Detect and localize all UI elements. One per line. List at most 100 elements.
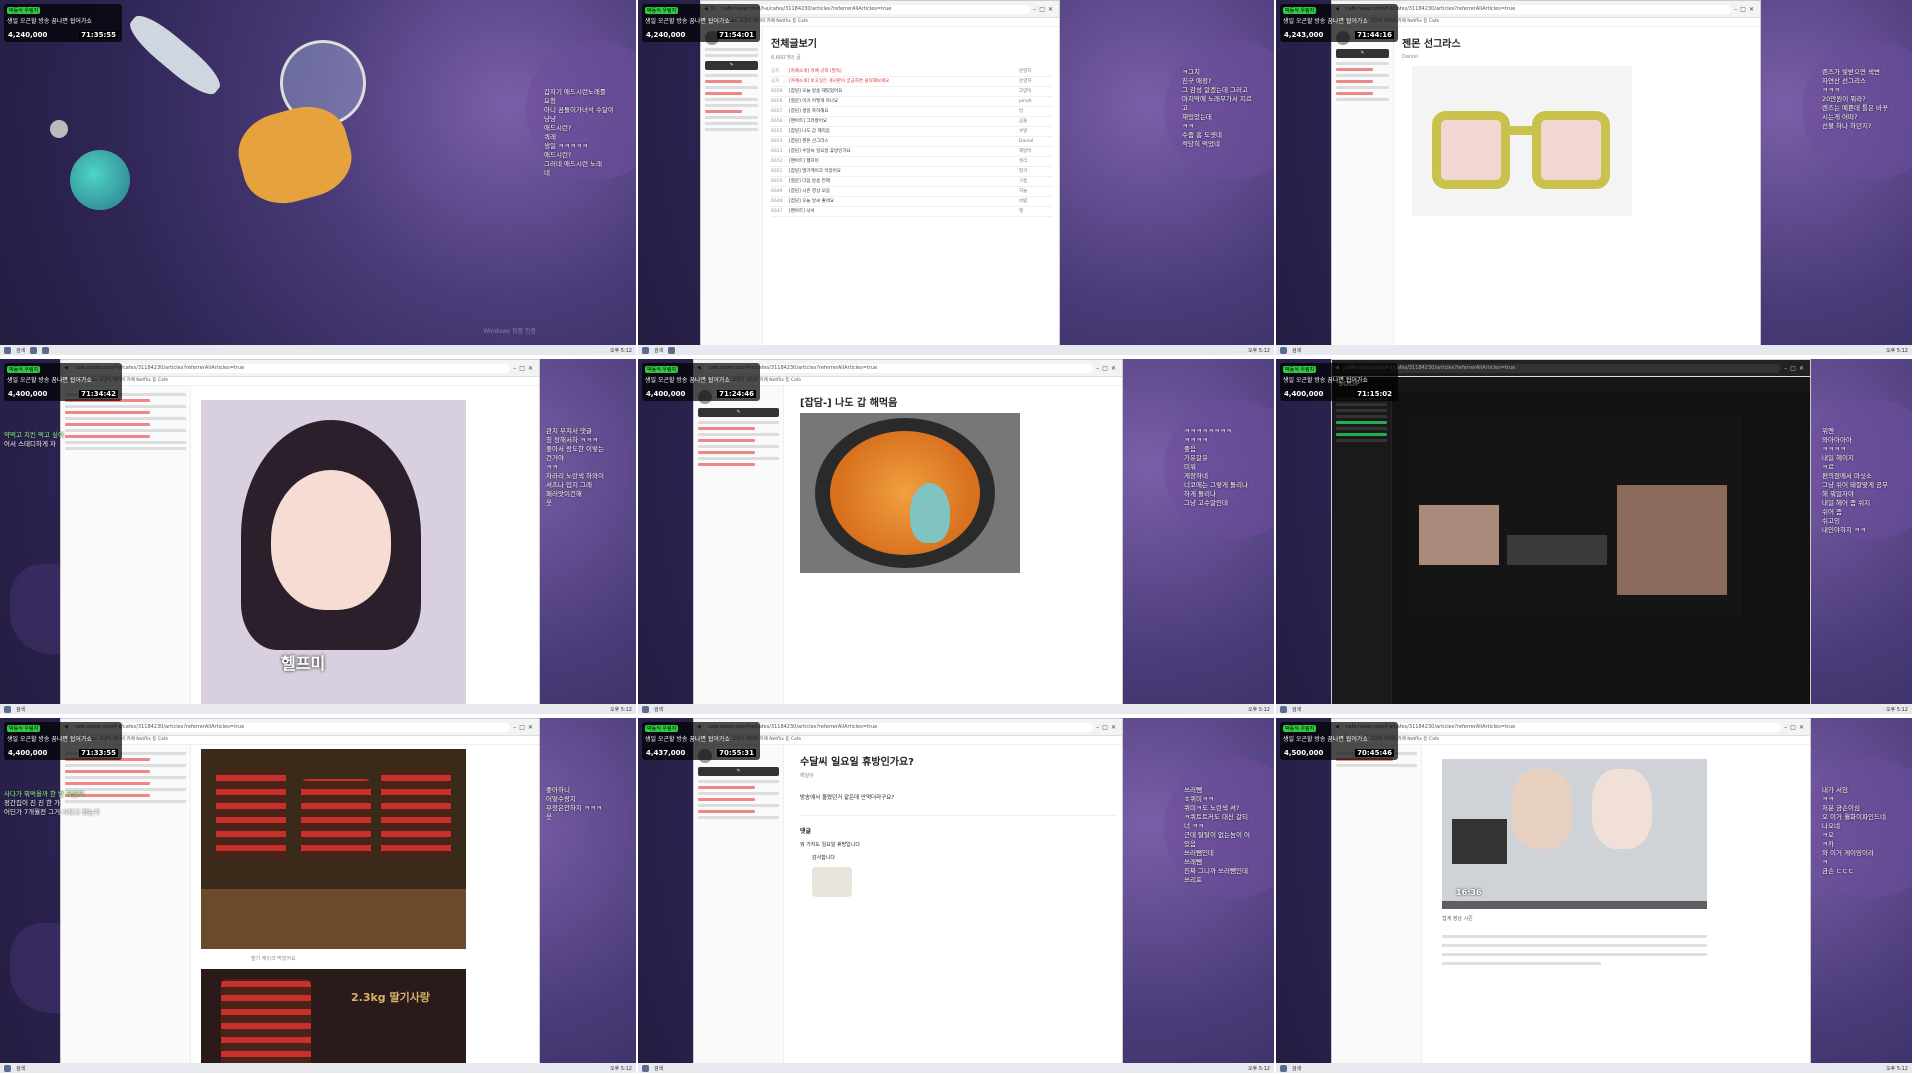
board-content: 전체글보기 6,660개의 글 공지 [카페소개] 카페 규칙 (필독) 운영자 공…	[765, 27, 1059, 345]
table-row[interactable]: 6653 [잡담] 수달씨 일요일 휴방인가요 해달아	[771, 147, 1053, 157]
start-icon[interactable]	[642, 1064, 649, 1072]
start-icon[interactable]	[4, 346, 11, 354]
text: [잡담] 생일 축하해요	[789, 109, 829, 114]
table-row[interactable]: 6652 [팬아트] 헬프미 엔리	[771, 157, 1053, 167]
table-row[interactable]: 6654 [잡담] 젠몬 선그라스 Daniel	[771, 137, 1053, 147]
browser-icon[interactable]	[668, 346, 676, 354]
video-controls[interactable]	[1442, 901, 1707, 909]
taskbar-search[interactable]: 검색	[16, 1065, 25, 1072]
video-player[interactable]	[1407, 415, 1742, 615]
address-bar[interactable]: cafe.naver.com/f-e/cafes/31184230/articl…	[70, 363, 511, 373]
text: 박동식 우림지	[1283, 725, 1317, 732]
window-controls[interactable]: –□✕	[1734, 6, 1757, 13]
start-icon[interactable]	[1280, 346, 1287, 354]
text: 오 이거 월화이파인드네	[1822, 813, 1886, 821]
table-row[interactable]: 6651 [잡담] 딸기케이크 먹었어요 딸기	[771, 167, 1053, 177]
windows-watermark: Windows 정품 인증	[483, 328, 536, 335]
text: 있음	[1184, 840, 1196, 848]
text: 퀴미ㅋ도 노란색 셔?	[1184, 804, 1240, 812]
address-bar[interactable]: cafe.naver.com/f-e/cafes/31184230/articl…	[1341, 363, 1782, 373]
start-icon[interactable]	[4, 705, 11, 713]
chat-line: 애드시런?	[544, 151, 572, 159]
text: 딸기	[1019, 169, 1028, 174]
chat-line: 아니 곰돌이가녀석 수달이	[544, 106, 614, 114]
taskbar-search[interactable]: 검색	[654, 1065, 663, 1072]
stream-badge: 박동식 우림지	[645, 7, 679, 14]
taskbar: 검색 오후 5:12	[638, 704, 1274, 714]
text: 생일 오곤할 방송 꿈나면 됩어가쇼	[7, 736, 92, 743]
browser-icon[interactable]	[30, 346, 38, 354]
taskbar-search[interactable]: 검색	[16, 706, 25, 713]
table-row[interactable]: 6655 [잡담] 나도 갑 해먹음 수달	[771, 127, 1053, 137]
window-controls[interactable]: –□✕	[1096, 365, 1119, 372]
table-row[interactable]: 6657 [잡담] 생일 축하해요 달	[771, 107, 1053, 117]
text: 약먹고 치킨 먹고 싶어	[4, 431, 65, 439]
address-bar[interactable]: cafe.naver.com/f-e/cafes/31184230/articl…	[703, 363, 1094, 373]
viewer-count: 4,500,000	[1284, 749, 1324, 757]
table-row[interactable]: 6649 [잡담] 시즌 영상 모음 하늘	[771, 187, 1053, 197]
table-row[interactable]: 6648 [잡담] 오늘 날씨 좋네요 바람	[771, 197, 1053, 207]
bookmarks-bar[interactable]: SOOP YouTube 고양이 네이버 카페 Netflix 등 Cafe	[1332, 736, 1810, 745]
table-row[interactable]: 6647 [팬아트] 낙서 별	[771, 207, 1053, 217]
address-bar[interactable]: cafe.naver.com/f-e/cafes/31184230/articl…	[1341, 722, 1782, 732]
table-row[interactable]: 6656 [팬아트] 그려봤어요 곰돌	[771, 117, 1053, 127]
post-author[interactable]: 해달아	[800, 772, 1116, 779]
text: 생일 오곤할 방송 꿈나면 됩어가쇼	[1283, 18, 1368, 25]
post-author[interactable]: Daniel	[1402, 54, 1754, 60]
write-button[interactable]: ✎	[705, 61, 758, 70]
window-controls[interactable]: –□✕	[1784, 365, 1807, 372]
table-row[interactable]: 6659 [잡담] 오늘 방송 재밌었어요 고양이	[771, 87, 1053, 97]
write-button[interactable]: ✎	[698, 408, 779, 417]
taskbar-search[interactable]: 검색	[16, 347, 25, 354]
window-controls[interactable]: –□✕	[513, 724, 536, 731]
taskbar: 검색 오후 5:12	[0, 704, 636, 714]
window-controls[interactable]: –□✕	[513, 365, 536, 372]
browser-window: ◀cafe.naver.com/f-e/cafes/31184230/artic…	[693, 359, 1123, 705]
browser-window: ◀cafe.naver.com/f-e/cafes/31184230/artic…	[60, 718, 540, 1064]
window-controls[interactable]: –□✕	[1033, 6, 1056, 13]
app-logo[interactable]: SOOP	[1332, 377, 1810, 391]
text: 곰돌	[1019, 119, 1028, 124]
start-icon[interactable]	[4, 1064, 11, 1072]
address-bar[interactable]: cafe.naver.com/f-e/cafes/31184230/articl…	[1341, 4, 1732, 14]
chat-overlay: ㅋ그치 친구 애정? 그 감성 알겠는데 그러고 마지막에 노래부가서 지르 고 재밌었는…	[1182, 68, 1270, 149]
text: 와아아아아	[1822, 436, 1852, 444]
start-icon[interactable]	[1280, 1064, 1287, 1072]
bookmarks-bar[interactable]: SOOP YouTube 고양이 네이버 카페 Netflix 등 Cafe	[61, 377, 539, 386]
multi-panel-grid: 박동식 우림지 생일 오곤할 방송 꿈나면 됩어가쇼 4,240,000 71:…	[0, 0, 1915, 1075]
chat-overlay: 내가 서임 ㅋㅋ 저분 금손이심 오 이거 월화이파인드네 나오네 ㅋ오 ㅋ카 와 이거 게이…	[1822, 786, 1910, 876]
folder-icon[interactable]	[42, 346, 50, 354]
table-row[interactable]: 공지 [카페소개] 카페 규칙 (필독) 운영자	[771, 67, 1053, 77]
text: ㅋ퀴트트커도 대신 갈티	[1184, 813, 1248, 821]
address-bar[interactable]: cafe.naver.com/f-e/cafes/31184230/articl…	[70, 722, 511, 732]
taskbar-search[interactable]: 검색	[654, 347, 663, 354]
start-icon[interactable]	[642, 346, 649, 354]
start-icon[interactable]	[1280, 705, 1287, 713]
write-button[interactable]: ✎	[698, 767, 779, 776]
post-title: 수달씨 일요일 휴방인가요?	[800, 757, 914, 768]
start-icon[interactable]	[642, 705, 649, 713]
text: 박동식 우림지	[7, 725, 41, 732]
table-row[interactable]: 공지 [카페소개] 보고싶은 게시판이 궁금하면 클릭해보세요 운영자	[771, 77, 1053, 87]
window-controls[interactable]: –□✕	[1096, 724, 1119, 731]
text: ㅋㅋㅋㅋ	[1822, 445, 1846, 453]
text: 웃	[546, 499, 552, 507]
post-title: 젠몬 선그라스	[1402, 39, 1461, 50]
chat-overlay-left: 사다가 뭐먹을까 한 번 자볼까 정간집이 진 진 한 가 어딘가 7개월전 그거 …	[4, 790, 100, 817]
taskbar-search[interactable]: 검색	[1292, 706, 1301, 713]
panel-question-post: 박동식 우림지 생일 오곤할 방송 꿈나면 됩어가쇼 4,437,000 70:…	[638, 718, 1275, 1074]
embedded-video[interactable]: 16:36	[1442, 759, 1707, 909]
address-bar[interactable]: cafe.naver.com/f-e/cafes/31184230/articl…	[718, 4, 1031, 14]
address-bar[interactable]: cafe.naver.com/f-e/cafes/31184230/articl…	[703, 722, 1094, 732]
taskbar-search[interactable]: 검색	[1292, 347, 1301, 354]
text: ㅋㅋ	[1822, 795, 1834, 803]
taskbar-search[interactable]: 검색	[654, 706, 663, 713]
bookmarks-bar[interactable]: SOOP YouTube 고양이 네이버 카페 Netflix 등 Cafe	[61, 736, 539, 745]
table-row[interactable]: 6650 [질문] 다음 방송 언제 구름	[771, 177, 1053, 187]
table-row[interactable]: 6658 [질문] 이거 어떻게 하나요 pinoh	[771, 97, 1053, 107]
window-controls[interactable]: –□✕	[1784, 724, 1807, 731]
write-button[interactable]: ✎	[1336, 49, 1389, 58]
taskbar-search[interactable]: 검색	[1292, 1065, 1301, 1072]
viewer-count: 4,437,000	[646, 749, 686, 757]
text: 재밌었는데	[1182, 113, 1212, 121]
